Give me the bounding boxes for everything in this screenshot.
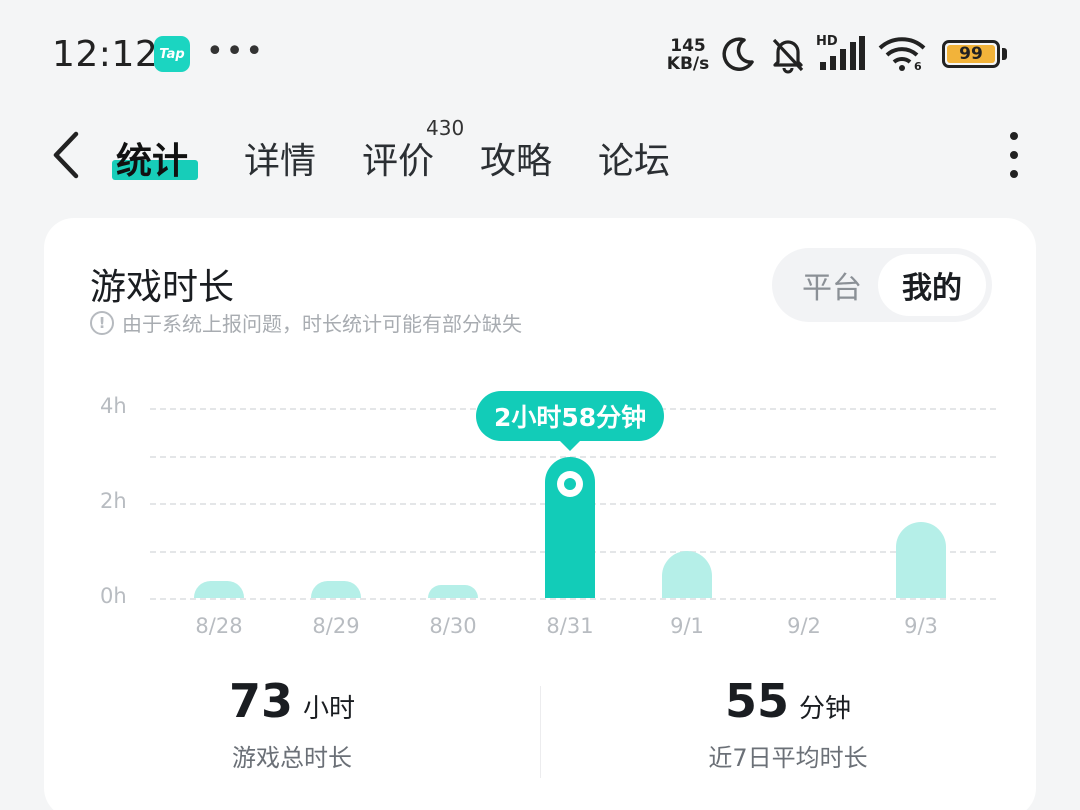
battery-icon: 99 (942, 40, 1000, 68)
bar-8-30[interactable] (428, 584, 478, 598)
stat-total: 73 小时 游戏总时长 (44, 674, 540, 773)
battery-level: 99 (947, 44, 995, 64)
status-time: 12:12 (52, 34, 159, 75)
stat-total-label: 游戏总时长 (232, 744, 352, 772)
info-icon: ! (90, 310, 114, 335)
stat-average: 55 分钟 近7日平均时长 (540, 674, 1036, 773)
x-tick-label: 8/31 (546, 614, 594, 638)
stat-average-label: 近7日平均时长 (708, 744, 868, 772)
more-notifications-icon: ••• (206, 34, 266, 69)
bar-8-29[interactable] (311, 581, 361, 598)
toggle-platform[interactable]: 平台 (778, 254, 886, 316)
back-arrow-icon[interactable] (46, 130, 86, 180)
bar-9-1[interactable] (662, 551, 712, 598)
selected-point-marker (557, 470, 583, 497)
data-notice: ! 由于系统上报问题，时长统计可能有部分缺失 (90, 308, 522, 337)
tab-reviews[interactable]: 评价 (362, 132, 434, 184)
top-nav: 统计 详情 评价 攻略 论坛 (0, 108, 1080, 208)
stat-average-unit: 分钟 (799, 694, 852, 724)
x-tick-label: 9/1 (670, 614, 704, 638)
play-time-chart: 4h 2h 0h 8/28 8/29 8/30 8/31 9/1 9/2 9/3 2小时58分钟 (44, 388, 1036, 648)
status-bar: 12:12 Tap ••• 145 KB/s HD 6 99 (0, 0, 1080, 108)
network-speed: 145 KB/s (660, 37, 716, 73)
network-speed-unit: KB/s (666, 54, 710, 74)
scope-toggle: 平台 我的 (772, 248, 992, 322)
card-title: 游戏时长 (90, 267, 235, 308)
x-tick-label: 9/2 (787, 614, 821, 638)
bar-tooltip: 2小时58分钟 (476, 390, 665, 441)
bell-muted-icon (772, 38, 804, 74)
notice-text: 由于系统上报问题，时长统计可能有部分缺失 (122, 312, 522, 336)
tooltip-arrow (560, 440, 580, 451)
review-count-badge: 430 (426, 116, 465, 140)
tab-statistics[interactable]: 统计 (116, 132, 188, 184)
wifi-6-label: 6 (914, 60, 922, 73)
x-tick-label: 8/29 (312, 614, 360, 638)
moon-icon (722, 37, 754, 71)
bar-8-28[interactable] (194, 581, 244, 598)
y-tick-label: 4h (100, 394, 127, 418)
x-tick-label: 8/28 (195, 614, 243, 638)
y-tick-label: 0h (100, 584, 127, 608)
stat-average-value: 55 (724, 674, 789, 728)
y-tick-label: 2h (100, 489, 127, 513)
bar-9-3[interactable] (896, 522, 946, 598)
x-tick-label: 8/30 (429, 614, 477, 638)
x-tick-label: 9/3 (904, 614, 938, 638)
tab-details[interactable]: 详情 (244, 132, 316, 184)
more-options-icon[interactable] (1000, 132, 1028, 178)
tap-app-icon: Tap (154, 36, 190, 72)
signal-icon (820, 36, 865, 70)
stat-total-unit: 小时 (303, 694, 356, 724)
play-time-card: 游戏时长 ! 由于系统上报问题，时长统计可能有部分缺失 平台 我的 4h 2h 0h… (44, 218, 1036, 810)
tab-forum[interactable]: 论坛 (598, 132, 670, 184)
stat-total-value: 73 (228, 674, 293, 728)
gridline (150, 598, 996, 600)
toggle-mine[interactable]: 我的 (878, 254, 986, 316)
battery-tip (1002, 48, 1007, 60)
tab-guides[interactable]: 攻略 (480, 132, 552, 184)
network-speed-value: 145 (670, 36, 706, 56)
